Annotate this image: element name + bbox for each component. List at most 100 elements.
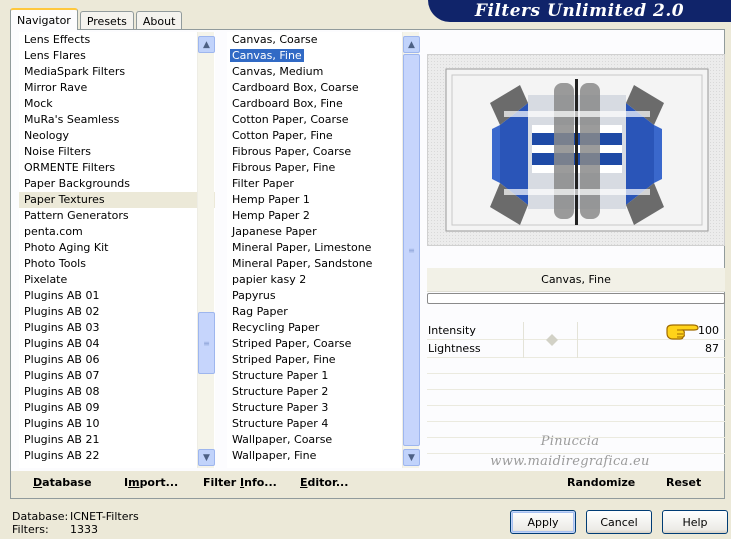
list-item-label: Structure Paper 4 xyxy=(232,417,329,430)
chevron-up-icon: ▲ xyxy=(203,39,210,50)
list-item[interactable]: Structure Paper 3 xyxy=(227,400,419,416)
list-item-label: Noise Filters xyxy=(24,145,91,158)
list-item[interactable]: Pixelate xyxy=(19,272,215,288)
list-item[interactable]: Structure Paper 2 xyxy=(227,384,419,400)
tab-presets[interactable]: Presets xyxy=(79,11,134,30)
list-item[interactable]: Photo Aging Kit xyxy=(19,240,215,256)
list-item[interactable]: Plugins AB 07 xyxy=(19,368,215,384)
list-item[interactable]: Mineral Paper, Sandstone xyxy=(227,256,419,272)
filter-scroll-thumb[interactable]: ≡ xyxy=(403,54,420,446)
list-item[interactable]: Structure Paper 4 xyxy=(227,416,419,432)
list-item[interactable]: Plugins AB 10 xyxy=(19,416,215,432)
filter-scrollbar[interactable]: ▲ ≡ ▼ xyxy=(402,32,420,468)
list-item[interactable]: MediaSpark Filters xyxy=(19,64,215,80)
filter-scroll-up-button[interactable]: ▲ xyxy=(403,36,420,53)
progress-bar xyxy=(427,293,725,304)
reset-button[interactable]: Reset xyxy=(666,476,701,489)
action-bar: Database Import... Filter Info... Editor… xyxy=(11,471,724,498)
list-item[interactable]: Lens Effects xyxy=(19,32,215,48)
filter-info-label: nfo... xyxy=(244,476,277,489)
list-item[interactable]: Canvas, Coarse xyxy=(227,32,419,48)
list-item[interactable]: Mock xyxy=(19,96,215,112)
list-item[interactable]: Rag Paper xyxy=(227,304,419,320)
list-item[interactable]: Paper Backgrounds xyxy=(19,176,215,192)
param-row-intensity[interactable]: Intensity 100 xyxy=(427,322,725,340)
list-item[interactable]: Neology xyxy=(19,128,215,144)
category-list[interactable]: Lens Effects Lens Flares MediaSpark Filter… xyxy=(19,32,215,468)
tab-about[interactable]: About xyxy=(135,11,183,30)
list-item[interactable]: Papyrus xyxy=(227,288,419,304)
list-item[interactable]: Photo Tools xyxy=(19,256,215,272)
list-item[interactable]: Mineral Paper, Limestone xyxy=(227,240,419,256)
list-item[interactable]: Canvas, Medium xyxy=(227,64,419,80)
category-scroll-thumb[interactable]: ≡ xyxy=(198,312,215,374)
list-item[interactable]: Lens Flares xyxy=(19,48,215,64)
list-item[interactable]: Plugins AB 08 xyxy=(19,384,215,400)
list-item[interactable]: Structure Paper 1 xyxy=(227,368,419,384)
filter-list[interactable]: Canvas, Coarse Canvas, Fine Canvas, Medium… xyxy=(227,32,419,468)
database-label: atabase xyxy=(42,476,92,489)
list-item[interactable]: Plugins AB 03 xyxy=(19,320,215,336)
param-row-lightness[interactable]: Lightness 87 xyxy=(427,340,725,358)
intensity-slider[interactable] xyxy=(523,322,578,340)
category-scroll-down-button[interactable]: ▼ xyxy=(198,449,215,466)
list-item[interactable]: Fibrous Paper, Coarse xyxy=(227,144,419,160)
category-scrollbar[interactable]: ▲ ≡ ▼ xyxy=(197,32,215,468)
randomize-button[interactable]: Randomize xyxy=(567,476,635,489)
cancel-button[interactable]: Cancel xyxy=(586,510,652,534)
list-item[interactable]: Canvas, Fine xyxy=(227,48,419,64)
list-item[interactable]: Cardboard Box, Coarse xyxy=(227,80,419,96)
list-item[interactable]: Cotton Paper, Fine xyxy=(227,128,419,144)
list-item[interactable]: Striped Paper, Fine xyxy=(227,352,419,368)
list-item[interactable]: Filter Paper xyxy=(227,176,419,192)
list-item[interactable]: Mirror Rave xyxy=(19,80,215,96)
filter-info-button[interactable]: Filter Info... xyxy=(203,476,277,489)
list-item[interactable]: Plugins AB 22 xyxy=(19,448,215,464)
list-item[interactable]: Plugins AB 21 xyxy=(19,432,215,448)
lightness-slider[interactable] xyxy=(523,340,578,358)
list-item-label: Rag Paper xyxy=(232,305,288,318)
list-item[interactable]: Plugins AB 09 xyxy=(19,400,215,416)
database-status-value: ICNET-Filters xyxy=(70,510,139,523)
list-item[interactable]: Paper Textures xyxy=(19,192,215,208)
filter-info-label-pre: Filter xyxy=(203,476,241,489)
apply-button[interactable]: Apply xyxy=(510,510,576,534)
category-scroll-up-button[interactable]: ▲ xyxy=(198,36,215,53)
list-item[interactable]: Hemp Paper 1 xyxy=(227,192,419,208)
database-button[interactable]: Database xyxy=(33,476,92,489)
editor-button[interactable]: Editor... xyxy=(300,476,348,489)
list-item[interactable]: Striped Paper, Coarse xyxy=(227,336,419,352)
list-item[interactable]: ORMENTE Filters xyxy=(19,160,215,176)
list-item[interactable]: Pattern Generators xyxy=(19,208,215,224)
preview-image[interactable] xyxy=(427,54,725,246)
tab-navigator[interactable]: Navigator xyxy=(10,8,78,30)
app-title: Filters Unlimited 2.0 xyxy=(428,0,731,22)
list-item-label: Photo Aging Kit xyxy=(24,241,109,254)
list-item[interactable]: MuRa's Seamless xyxy=(19,112,215,128)
import-button[interactable]: Import... xyxy=(124,476,178,489)
list-item-label: Paper Textures xyxy=(24,193,105,206)
list-item-label: Plugins AB 08 xyxy=(24,385,100,398)
list-item[interactable]: Plugins AB 02 xyxy=(19,304,215,320)
list-item[interactable]: Recycling Paper xyxy=(227,320,419,336)
list-item[interactable]: Plugins AB 04 xyxy=(19,336,215,352)
list-item[interactable]: Plugins AB 01 xyxy=(19,288,215,304)
list-item[interactable]: Fibrous Paper, Fine xyxy=(227,160,419,176)
list-item[interactable]: Wallpaper, Coarse xyxy=(227,432,419,448)
help-button[interactable]: Help xyxy=(662,510,728,534)
list-item-label: Recycling Paper xyxy=(232,321,320,334)
list-item[interactable]: penta.com xyxy=(19,224,215,240)
list-item[interactable]: Hemp Paper 2 xyxy=(227,208,419,224)
list-item[interactable]: Japanese Paper xyxy=(227,224,419,240)
list-item[interactable]: Cardboard Box, Fine xyxy=(227,96,419,112)
list-item[interactable]: Plugins AB 06 xyxy=(19,352,215,368)
param-row-empty xyxy=(427,358,725,374)
list-item[interactable]: Noise Filters xyxy=(19,144,215,160)
list-item-label: Plugins AB 22 xyxy=(24,449,100,462)
list-item[interactable]: Cotton Paper, Coarse xyxy=(227,112,419,128)
preview-artwork xyxy=(428,55,724,245)
list-item-label: Hemp Paper 1 xyxy=(232,193,310,206)
list-item[interactable]: papier kasy 2 xyxy=(227,272,419,288)
list-item[interactable]: Wallpaper, Fine xyxy=(227,448,419,464)
filter-scroll-down-button[interactable]: ▼ xyxy=(403,449,420,466)
